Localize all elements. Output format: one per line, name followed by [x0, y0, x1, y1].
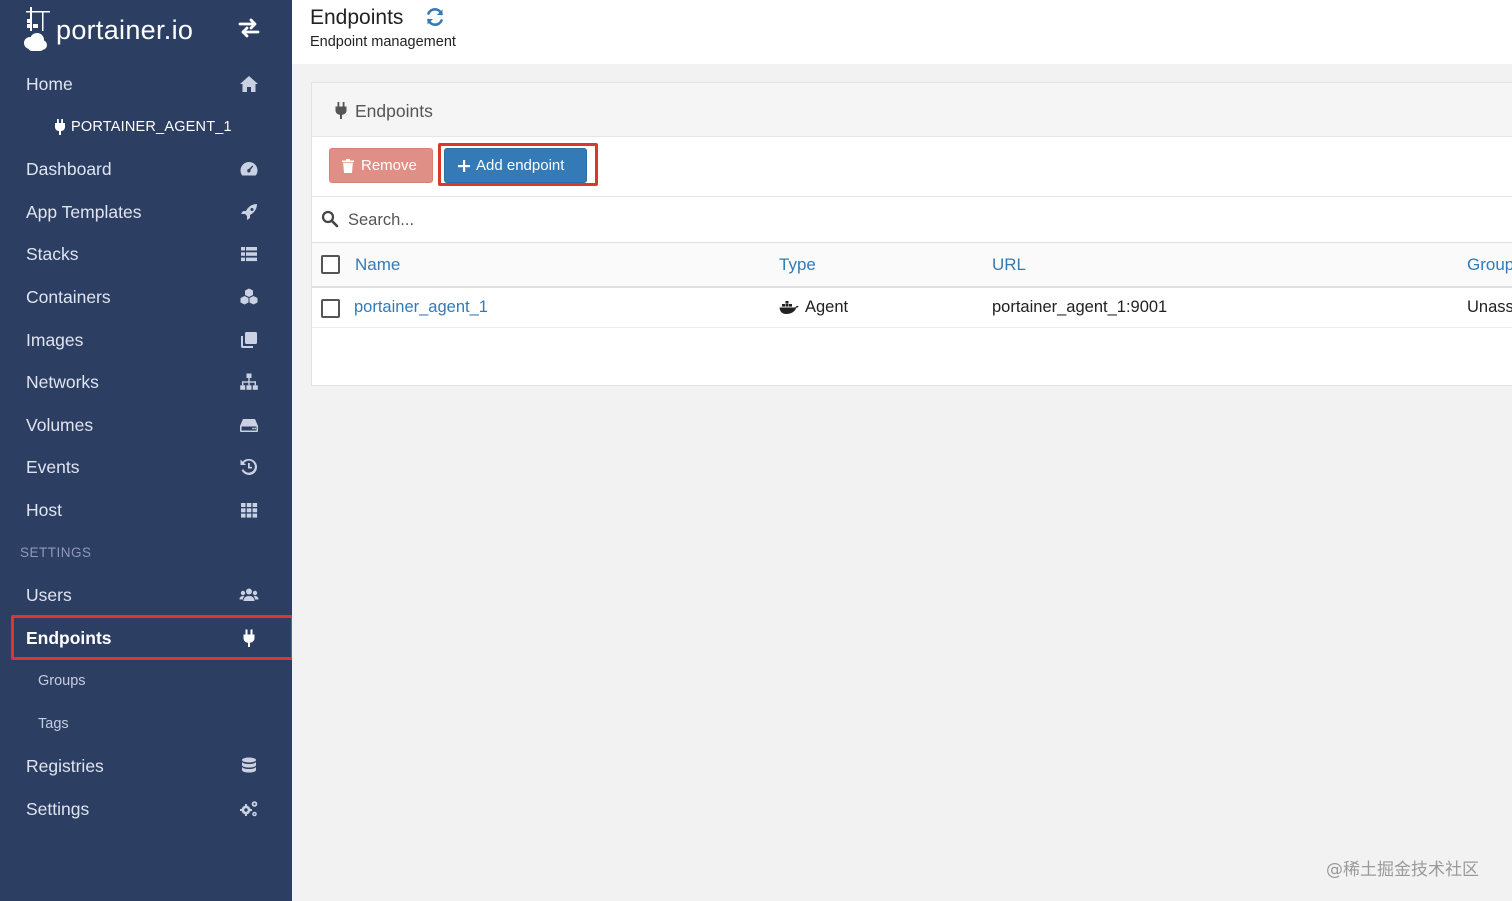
- panel-title: Endpoints: [355, 101, 433, 121]
- actions-bar: Remove Add endpoint: [312, 137, 1512, 197]
- table-row: portainer_agent_1 Agent portainer_agent_…: [312, 288, 1512, 328]
- add-endpoint-button[interactable]: Add endpoint: [444, 148, 587, 183]
- sidebar-endpoint-agent[interactable]: PORTAINER_AGENT_1: [0, 106, 292, 148]
- sidebar-subitem-groups[interactable]: Groups: [0, 661, 292, 701]
- sidebar-item-label: Settings: [26, 798, 90, 819]
- sidebar-item-settings[interactable]: Settings: [0, 788, 292, 830]
- clone-icon: [238, 329, 260, 351]
- remove-button-label: Remove: [361, 157, 417, 174]
- sidebar-item-label: Networks: [26, 371, 99, 392]
- sidebar-item-host[interactable]: Host: [0, 489, 292, 531]
- sidebar-item-dashboard[interactable]: Dashboard: [0, 148, 292, 190]
- endpoint-name-link[interactable]: portainer_agent_1: [354, 298, 488, 317]
- sidebar-item-label: Users: [26, 584, 72, 605]
- sidebar-item-label: Host: [26, 499, 62, 520]
- th-icon: [238, 499, 260, 521]
- sidebar: portainer.io Home PORTAINER_AGENT_1 Dash…: [0, 0, 294, 901]
- sidebar-item-users[interactable]: Users: [0, 574, 292, 616]
- cubes-icon: [238, 286, 260, 308]
- search-icon: [321, 210, 339, 228]
- sidebar-subitem-label: Tags: [38, 716, 69, 732]
- sidebar-item-stacks[interactable]: Stacks: [0, 233, 292, 275]
- sidebar-endpoint-label: PORTAINER_AGENT_1: [71, 119, 232, 135]
- plug-icon: [55, 119, 65, 135]
- add-endpoint-button-label: Add endpoint: [476, 157, 565, 174]
- page-subtitle: Endpoint management: [310, 34, 456, 50]
- sidebar-item-label: Endpoints: [26, 627, 112, 648]
- sidebar-subitem-tags[interactable]: Tags: [0, 704, 292, 744]
- table-header: Name Type URL Group: [312, 243, 1512, 288]
- brand-logo[interactable]: portainer.io: [22, 0, 193, 60]
- sidebar-item-volumes[interactable]: Volumes: [0, 404, 292, 446]
- endpoint-url: portainer_agent_1:9001: [992, 298, 1168, 316]
- plug-icon: [238, 627, 260, 649]
- sidebar-item-label: Stacks: [26, 243, 79, 264]
- column-header-name[interactable]: Name: [355, 255, 400, 275]
- endpoints-panel: Endpoints Remove Add endpoint N: [311, 82, 1512, 386]
- docker-icon: [779, 301, 799, 314]
- settings-section-heading: SETTINGS: [20, 545, 92, 560]
- hdd-icon: [238, 414, 260, 436]
- sidebar-item-networks[interactable]: Networks: [0, 361, 292, 403]
- endpoint-type: Agent: [805, 298, 849, 316]
- column-header-url[interactable]: URL: [992, 255, 1026, 275]
- sidebar-item-home[interactable]: Home: [0, 63, 292, 105]
- sitemap-icon: [238, 371, 260, 393]
- sidebar-item-label: Volumes: [26, 414, 94, 435]
- sidebar-item-containers[interactable]: Containers: [0, 276, 292, 318]
- sidebar-item-registries[interactable]: Registries: [0, 745, 292, 787]
- watermark: @稀土掘金技术社区: [1326, 860, 1479, 880]
- database-icon: [238, 755, 260, 777]
- row-checkbox[interactable]: [321, 299, 340, 318]
- page-title: Endpoints: [310, 6, 404, 29]
- sidebar-subitem-label: Groups: [38, 673, 86, 689]
- sidebar-item-label: Events: [26, 456, 80, 477]
- page-header: Endpoints Endpoint management: [292, 0, 1512, 64]
- endpoint-group: Unass: [1467, 298, 1512, 316]
- column-header-type[interactable]: Type: [779, 255, 816, 275]
- brand-name: portainer.io: [56, 14, 194, 45]
- users-icon: [238, 584, 260, 606]
- home-icon: [238, 73, 260, 95]
- search-input[interactable]: [348, 205, 948, 235]
- rocket-icon: [238, 201, 260, 223]
- select-all-checkbox[interactable]: [321, 255, 340, 274]
- sidebar-item-label: Images: [26, 329, 84, 350]
- sidebar-item-images[interactable]: Images: [0, 319, 292, 361]
- sidebar-item-label: Containers: [26, 286, 111, 307]
- remove-button[interactable]: Remove: [329, 148, 433, 183]
- sidebar-item-label: Home: [26, 73, 73, 94]
- sidebar-item-endpoints[interactable]: Endpoints: [0, 617, 292, 659]
- list-icon: [238, 243, 260, 265]
- exchange-icon[interactable]: [236, 16, 262, 40]
- sidebar-item-label: Dashboard: [26, 158, 112, 179]
- sidebar-item-app-templates[interactable]: App Templates: [0, 191, 292, 233]
- refresh-icon[interactable]: [424, 6, 446, 28]
- portainer-logo-icon: [24, 7, 50, 51]
- history-icon: [238, 456, 260, 478]
- plug-icon: [335, 102, 347, 119]
- search-bar: [312, 197, 1512, 243]
- sidebar-item-label: Registries: [26, 755, 104, 776]
- sidebar-item-events[interactable]: Events: [0, 446, 292, 488]
- panel-header: Endpoints: [312, 83, 1512, 137]
- trash-icon: [342, 159, 354, 173]
- cogs-icon: [238, 798, 260, 820]
- tachometer-icon: [238, 158, 260, 180]
- column-header-group[interactable]: Group: [1467, 255, 1512, 275]
- plus-icon: [458, 160, 470, 172]
- sidebar-item-label: App Templates: [26, 201, 142, 222]
